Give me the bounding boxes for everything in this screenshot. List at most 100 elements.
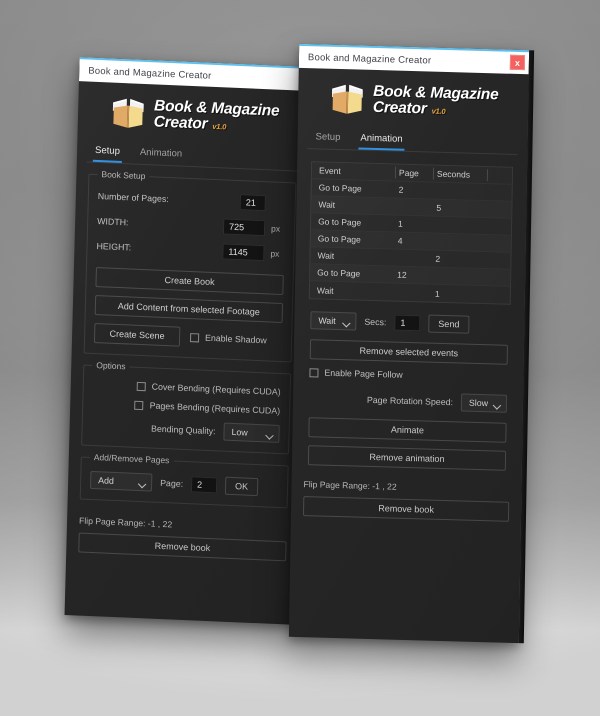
brand-version: v1.0 xyxy=(431,106,446,116)
tab-animation[interactable]: Animation xyxy=(138,144,185,166)
cover-bending-checkbox[interactable]: Cover Bending (Requires CUDA) xyxy=(136,381,281,397)
open-book-icon xyxy=(109,95,148,131)
cell-seconds: 2 xyxy=(435,253,441,264)
pages-bending-row: Pages Bending (Requires CUDA) xyxy=(92,398,280,416)
cell-event: Go to Page xyxy=(317,267,361,279)
bending-quality-select[interactable]: Low xyxy=(223,422,280,443)
screenshot-stage: Book and Magazine Creator Book & Magazin… xyxy=(0,0,600,716)
cell-page: 12 xyxy=(397,269,407,280)
page-rotation-speed-value: Slow xyxy=(468,397,489,409)
number-of-pages-input[interactable]: 21 xyxy=(239,194,266,212)
cell-event: Go to Page xyxy=(317,233,361,245)
setup-panel-body: Book & Magazine Creator v1.0 Setup Anima… xyxy=(68,81,311,509)
cell-event: Wait xyxy=(317,250,335,261)
cell-page xyxy=(395,207,433,208)
pages-unit-placeholder xyxy=(272,203,286,204)
checkbox-icon[interactable] xyxy=(134,400,144,410)
event-table[interactable]: Event Page Seconds Go to Page 2 Wait 5 G… xyxy=(308,161,514,305)
remove-book-button[interactable]: Remove book xyxy=(78,532,287,562)
brand-logo: Book & Magazine Creator v1.0 xyxy=(308,68,519,132)
options-group-title: Options xyxy=(92,359,130,372)
page-rotation-speed-select[interactable]: Slow xyxy=(460,393,508,413)
number-of-pages-row: Number of Pages: 21 xyxy=(98,188,286,212)
event-type-select[interactable]: Wait xyxy=(310,311,357,331)
cell-page: 2 xyxy=(398,184,404,195)
cell-page: 4 xyxy=(397,235,403,246)
seconds-label: Secs: xyxy=(364,316,387,328)
add-remove-pages-group: Add/Remove Pages Add Page: 2 OK xyxy=(79,451,289,509)
tab-animation[interactable]: Animation xyxy=(358,129,405,151)
tab-setup[interactable]: Setup xyxy=(92,141,123,164)
height-row: HEIGHT: 1145 px xyxy=(96,238,284,262)
event-type-value: Wait xyxy=(318,315,336,326)
enable-shadow-checkbox[interactable]: Enable Shadow xyxy=(189,332,267,346)
bending-quality-label: Bending Quality: xyxy=(150,423,216,437)
checkbox-icon[interactable] xyxy=(136,381,146,391)
cell-seconds xyxy=(433,225,487,227)
enable-page-follow-checkbox[interactable]: Enable Page Follow xyxy=(309,367,507,383)
flip-page-range-label: Flip Page Range: -1 , 22 xyxy=(303,479,397,492)
animation-footer: Flip Page Range: -1 , 22 Remove book xyxy=(291,479,522,522)
create-scene-row: Create Scene Enable Shadow xyxy=(93,322,282,351)
remove-animation-button[interactable]: Remove animation xyxy=(307,445,507,471)
column-header-event: Event xyxy=(311,164,397,179)
create-scene-button[interactable]: Create Scene xyxy=(93,322,181,347)
options-group: Options Cover Bending (Requires CUDA) Pa… xyxy=(81,359,292,455)
brand-version: v1.0 xyxy=(212,121,227,132)
book-setup-group-title: Book Setup xyxy=(97,168,150,182)
bending-quality-value: Low xyxy=(231,426,248,438)
setup-window: Book and Magazine Creator Book & Magazin… xyxy=(64,57,312,625)
width-row: WIDTH: 725 px xyxy=(97,213,285,237)
flip-page-range-label: Flip Page Range: -1 , 22 xyxy=(78,515,173,530)
animation-panel-body: Book & Magazine Creator v1.0 Setup Anima… xyxy=(292,68,529,471)
checkbox-icon[interactable] xyxy=(309,367,319,377)
add-remove-group-title: Add/Remove Pages xyxy=(89,451,174,466)
book-setup-group: Book Setup Number of Pages: 21 WIDTH: 72… xyxy=(83,168,297,363)
brand-word-creator: Creator xyxy=(372,98,427,118)
width-label: WIDTH: xyxy=(97,216,129,228)
pages-bending-checkbox[interactable]: Pages Bending (Requires CUDA) xyxy=(134,400,280,416)
brand-text: Book & Magazine Creator v1.0 xyxy=(154,98,280,136)
brand-logo: Book & Magazine Creator v1.0 xyxy=(87,82,300,149)
column-header-page: Page xyxy=(395,166,435,180)
cell-event: Go to Page xyxy=(318,216,362,228)
cell-page xyxy=(394,292,432,293)
page-rotation-speed-label: Page Rotation Speed: xyxy=(366,394,454,408)
ok-button[interactable]: OK xyxy=(224,476,259,497)
animation-window-title: Book and Magazine Creator xyxy=(307,51,432,67)
remove-book-button[interactable]: Remove book xyxy=(302,496,510,522)
height-input[interactable]: 1145 xyxy=(222,243,265,262)
column-header-seconds: Seconds xyxy=(433,167,489,182)
close-icon[interactable]: x xyxy=(509,54,526,71)
setup-footer: Flip Page Range: -1 , 22 Remove book xyxy=(66,515,299,562)
animation-window-frame: Book and Magazine Creator x Book & Magaz… xyxy=(288,43,530,644)
cell-seconds: 1 xyxy=(434,288,440,299)
cell-seconds: 5 xyxy=(436,202,442,213)
add-remove-action-select[interactable]: Add xyxy=(89,470,153,492)
setup-window-frame: Book and Magazine Creator Book & Magazin… xyxy=(64,57,312,625)
seconds-input[interactable]: 1 xyxy=(394,314,421,332)
cell-event: Wait xyxy=(318,199,336,210)
cell-page: 1 xyxy=(398,218,403,229)
page-number-input[interactable]: 2 xyxy=(190,476,218,494)
enable-page-follow-label: Enable Page Follow xyxy=(324,367,403,380)
cell-seconds xyxy=(432,276,486,278)
send-button[interactable]: Send xyxy=(428,314,470,334)
tab-setup[interactable]: Setup xyxy=(313,128,342,149)
animation-controls: Wait Secs: 1 Send Remove selected events… xyxy=(302,311,515,471)
open-book-icon xyxy=(328,82,367,117)
cell-event: Wait xyxy=(316,284,334,296)
width-unit-label: px xyxy=(270,223,281,234)
remove-selected-events-button[interactable]: Remove selected events xyxy=(309,339,508,365)
add-content-button[interactable]: Add Content from selected Footage xyxy=(94,294,284,324)
width-input[interactable]: 725 xyxy=(222,218,266,237)
add-remove-row: Add Page: 2 OK xyxy=(89,470,278,497)
animate-button[interactable]: Animate xyxy=(308,417,507,443)
enable-shadow-label: Enable Shadow xyxy=(204,332,267,346)
page-number-label: Page: xyxy=(160,477,184,489)
cover-bending-label: Cover Bending (Requires CUDA) xyxy=(151,381,281,397)
cell-seconds xyxy=(433,242,487,244)
cell-page xyxy=(394,258,432,259)
checkbox-icon[interactable] xyxy=(189,332,200,342)
